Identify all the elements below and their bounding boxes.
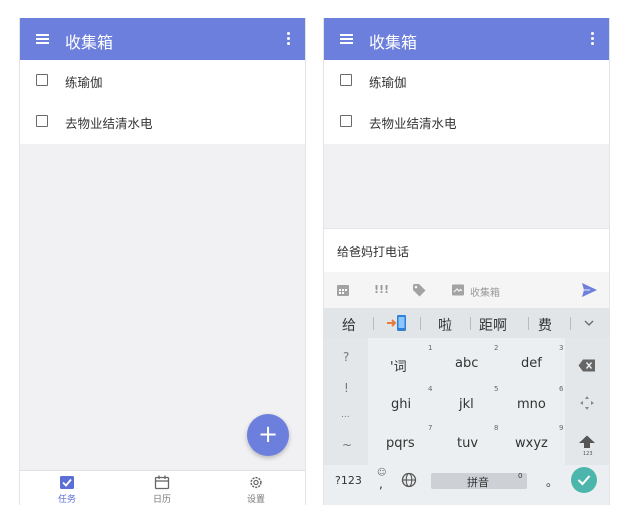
check-icon: [577, 475, 591, 486]
key-number-hint: 2: [494, 344, 499, 352]
phone-send-emoji-icon[interactable]: [386, 314, 408, 332]
app-bar: 收集箱: [20, 18, 305, 60]
task-row[interactable]: 练瑜伽: [20, 60, 305, 102]
space-key[interactable]: 拼音 0: [431, 472, 527, 489]
symbol-key[interactable]: ~: [342, 438, 352, 452]
key-8[interactable]: tuv: [457, 436, 478, 451]
page-title: 收集箱: [65, 33, 114, 52]
enter-key[interactable]: [571, 467, 597, 493]
symbol-key[interactable]: ...: [341, 410, 350, 420]
symbol-column: ? ! ... ~: [324, 338, 368, 465]
shift-caption: 123: [583, 451, 593, 457]
task-checkbox[interactable]: [340, 115, 352, 127]
nav-item-settings[interactable]: 设置: [236, 475, 276, 505]
nav-item-tasks[interactable]: 任务: [47, 475, 87, 505]
add-task-button[interactable]: +: [247, 414, 289, 456]
task-row[interactable]: 去物业结清水电: [20, 101, 305, 143]
task-title: 去物业结清水电: [65, 116, 153, 131]
key-4[interactable]: ghi: [391, 397, 411, 412]
mode-switch-key[interactable]: ?123: [335, 474, 362, 487]
key-1[interactable]: '词: [390, 356, 407, 375]
nav-label: 日历: [152, 495, 171, 505]
task-list: 练瑜伽 去物业结清水电: [20, 60, 305, 144]
key-number-hint: 9: [559, 424, 564, 432]
phone-screen-add-task: 收集箱 练瑜伽 去物业结清水电 给爸妈打电话 !!! 收集箱 给 啦 距啊 费 …: [323, 18, 610, 505]
key-3[interactable]: def: [521, 356, 542, 371]
app-bar: 收集箱: [324, 18, 609, 60]
task-row[interactable]: 去物业结清水电: [324, 101, 609, 143]
calendar-icon[interactable]: [336, 282, 350, 298]
key-2[interactable]: abc: [455, 356, 478, 371]
nav-item-calendar[interactable]: 日历: [142, 475, 182, 505]
task-title: 练瑜伽: [369, 75, 407, 90]
key-number-hint: 4: [428, 385, 433, 393]
cursor-move-icon[interactable]: [579, 395, 595, 411]
candidate-bar: 给 啦 距啊 费: [324, 308, 609, 338]
task-list: 练瑜伽 去物业结清水电: [324, 60, 609, 144]
gear-icon: [250, 476, 262, 489]
key-number-hint: 7: [428, 424, 433, 432]
keyboard-bottom-row: ?123 ☺ , 拼音 0 。: [324, 465, 609, 505]
key-number-hint: 0: [518, 472, 523, 480]
more-vert-icon[interactable]: [591, 32, 595, 47]
quick-add-toolbar: !!! 收集箱: [324, 272, 609, 308]
nav-label: 任务: [57, 495, 76, 505]
priority-button[interactable]: !!!: [374, 283, 389, 299]
bottom-navigation: 任务 日历 设置: [20, 470, 305, 505]
comma-key[interactable]: ,: [379, 477, 383, 491]
key-number-hint: 1: [428, 344, 433, 352]
divider: [528, 317, 529, 330]
task-checkbox[interactable]: [36, 74, 48, 86]
key-5[interactable]: jkl: [459, 397, 474, 412]
globe-icon[interactable]: [401, 472, 417, 488]
divider: [420, 317, 421, 330]
list-selector-label[interactable]: 收集箱: [470, 284, 500, 299]
nav-label: 设置: [246, 495, 265, 505]
menu-icon[interactable]: [340, 34, 353, 44]
divider: [570, 317, 571, 330]
space-label: 拼音: [467, 476, 489, 489]
task-checkbox[interactable]: [340, 74, 352, 86]
key-number-hint: 8: [494, 424, 499, 432]
symbol-key[interactable]: ?: [343, 350, 349, 364]
more-vert-icon[interactable]: [287, 32, 291, 47]
divider: [470, 317, 471, 330]
inbox-list-icon[interactable]: [451, 282, 465, 298]
key-7[interactable]: pqrs: [386, 436, 415, 451]
send-icon[interactable]: [581, 282, 598, 298]
symbol-key[interactable]: !: [344, 381, 349, 395]
page-title: 收集箱: [369, 33, 418, 52]
period-key[interactable]: 。: [546, 473, 558, 490]
backspace-icon[interactable]: [578, 359, 596, 372]
new-task-input[interactable]: 给爸妈打电话: [337, 243, 409, 260]
task-checkbox[interactable]: [36, 115, 48, 127]
task-row[interactable]: 练瑜伽: [324, 60, 609, 102]
quick-add-panel: 给爸妈打电话: [324, 228, 609, 273]
shift-icon[interactable]: [578, 435, 596, 449]
key-6[interactable]: mno: [517, 397, 546, 412]
menu-icon[interactable]: [36, 34, 49, 44]
key-number-hint: 3: [559, 344, 564, 352]
task-title: 去物业结清水电: [369, 116, 457, 131]
candidate-word[interactable]: 费: [538, 315, 552, 335]
ime-keyboard: 给 啦 距啊 费 ? ! ... ~ 123 '词 1 abc 2 def 3 …: [324, 308, 609, 505]
tag-icon[interactable]: [412, 282, 426, 298]
candidate-word[interactable]: 距啊: [479, 315, 507, 335]
key-9[interactable]: wxyz: [515, 436, 548, 451]
key-number-hint: 5: [494, 385, 499, 393]
key-number-hint: 6: [559, 385, 564, 393]
function-column: 123: [565, 338, 609, 465]
check-square-icon: [60, 476, 74, 489]
calendar-icon: [154, 475, 170, 490]
task-title: 练瑜伽: [65, 75, 103, 90]
candidate-word[interactable]: 给: [342, 315, 356, 335]
chevron-down-icon[interactable]: [584, 320, 594, 327]
candidate-word[interactable]: 啦: [438, 315, 452, 335]
divider: [373, 317, 374, 330]
phone-screen-inbox: 收集箱 练瑜伽 去物业结清水电 + 任务 日历 设置: [19, 18, 306, 505]
